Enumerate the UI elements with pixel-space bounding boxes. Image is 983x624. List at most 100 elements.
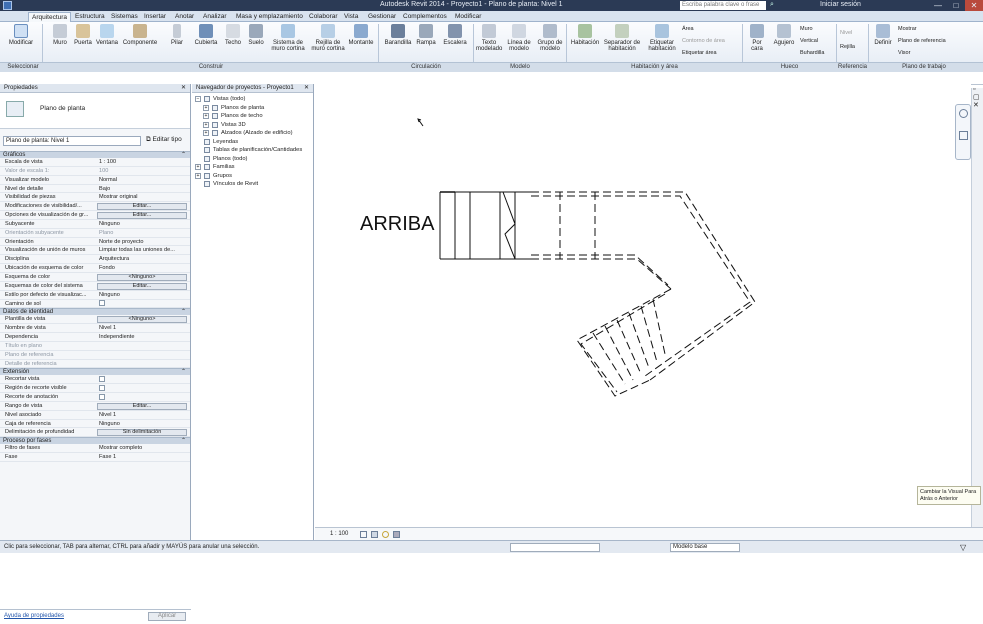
area-boundary-button[interactable]: Contorno de área <box>682 38 732 44</box>
property-value[interactable]: 1 : 100 <box>97 158 187 166</box>
property-group-header[interactable]: Proceso por fases ⌃ <box>0 437 190 445</box>
property-value[interactable]: Fondo <box>97 264 187 272</box>
property-value[interactable]: Ninguno <box>97 291 187 299</box>
tab-arquitectura[interactable]: Arquitectura <box>28 12 72 22</box>
browser-tree-item[interactable]: + Familias <box>192 163 313 172</box>
vertical-opening-button[interactable]: Vertical <box>800 38 830 44</box>
stair-plan-drawing[interactable] <box>315 84 971 527</box>
expand-icon[interactable]: + <box>195 172 201 179</box>
tab-anotar[interactable]: Anotar <box>172 12 197 22</box>
room-button[interactable]: Habitación <box>569 24 601 46</box>
tab-insertar[interactable]: Insertar <box>141 12 169 22</box>
ceiling-button[interactable]: Techo <box>222 24 244 46</box>
detail-level-icon[interactable] <box>360 531 367 538</box>
visual-style-icon[interactable] <box>371 531 378 538</box>
property-checkbox[interactable] <box>99 300 105 307</box>
property-group-header[interactable]: Datos de identidad ⌃ <box>0 308 190 316</box>
level-button[interactable]: Nivel <box>840 30 870 36</box>
browser-tree-item[interactable]: Leyendas <box>192 138 313 147</box>
model-line-button[interactable]: Línea de modelo <box>505 24 533 52</box>
area-button[interactable]: Área <box>682 26 722 32</box>
component-button[interactable]: Componente <box>120 24 160 46</box>
door-button[interactable]: Puerta <box>72 24 94 46</box>
by-face-button[interactable]: Por cara <box>746 24 768 52</box>
property-edit-button[interactable]: Editar... <box>97 203 187 211</box>
wall-opening-button[interactable]: Muro <box>800 26 830 32</box>
expand-icon[interactable]: + <box>203 130 209 136</box>
browser-tree-item[interactable]: + Vistas 3D <box>192 121 313 130</box>
property-value[interactable]: 100 <box>97 167 187 175</box>
property-edit-button[interactable]: <Ninguno> <box>97 316 187 324</box>
property-value[interactable]: Norte de proyecto <box>97 238 187 246</box>
model-group-button[interactable]: Grupo de modelo <box>535 24 565 52</box>
tab-modificar[interactable]: Modificar <box>452 12 484 22</box>
browser-tree-item[interactable]: − Vistas (todo) <box>192 95 313 104</box>
property-value[interactable]: Fase 1 <box>97 453 187 461</box>
column-button[interactable]: Pilar <box>166 24 188 46</box>
curtain-grid-button[interactable]: Rejilla de muro cortina <box>308 24 348 52</box>
show-workplane-button[interactable]: Mostrar <box>898 26 958 32</box>
browser-tree-item[interactable]: Vínculos de Revit <box>192 180 313 189</box>
expand-icon[interactable]: + <box>203 104 209 111</box>
maximize-button[interactable]: □ <box>947 0 965 11</box>
close-icon[interactable]: ✕ <box>181 84 186 93</box>
close-icon[interactable]: ✕ <box>304 84 309 93</box>
tab-gestionar[interactable]: Gestionar <box>365 12 399 22</box>
expand-icon[interactable]: + <box>203 113 209 119</box>
tab-estructura[interactable]: Estructura <box>72 12 108 22</box>
property-value[interactable]: Ninguno <box>97 420 187 428</box>
set-workplane-button[interactable]: Definir <box>872 24 894 46</box>
instance-filter-select[interactable]: Plano de planta: Nivel 1 <box>3 136 141 146</box>
grid-button[interactable]: Rejilla <box>840 44 870 50</box>
property-value[interactable]: Plano <box>97 229 187 237</box>
property-value[interactable]: Ninguno <box>97 220 187 228</box>
property-group-header[interactable]: Gráficos ⌃ <box>0 151 190 158</box>
ref-plane-button[interactable]: Plano de referencia <box>898 38 968 44</box>
window-button[interactable]: Ventana <box>94 24 120 46</box>
property-edit-button[interactable]: Editar... <box>97 402 187 410</box>
property-edit-button[interactable]: <Ninguno> <box>97 273 187 281</box>
property-value[interactable]: Independiente <box>97 333 187 341</box>
curtain-system-button[interactable]: Sistema de muro cortina <box>268 24 308 52</box>
property-value[interactable]: Nivel 1 <box>97 324 187 332</box>
wall-button[interactable]: Muro <box>46 24 74 46</box>
modify-button[interactable]: Modificar <box>6 24 36 46</box>
room-separator-button[interactable]: Separador de habitación <box>602 24 642 52</box>
navigation-bar[interactable] <box>955 104 971 160</box>
tab-analizar[interactable]: Analizar <box>200 12 229 22</box>
vertical-scrollbar[interactable]: ▫ ▢ ✕ <box>971 86 983 528</box>
tag-room-button[interactable]: Etiquetar habitación <box>644 24 680 52</box>
design-option-select[interactable]: Modelo base <box>670 543 740 552</box>
property-group-header[interactable]: Extensión ⌃ <box>0 368 190 376</box>
dormer-button[interactable]: Buhardilla <box>800 50 834 56</box>
browser-tree-item[interactable]: + Grupos <box>192 172 313 181</box>
properties-help-link[interactable]: Ayuda de propiedades <box>4 613 64 619</box>
view-restore-icon[interactable]: ▫ ▢ ✕ <box>973 86 983 109</box>
edit-type-button[interactable]: ⧉ Editar tipo <box>146 136 182 144</box>
sun-path-icon[interactable] <box>382 531 389 538</box>
help-search-input[interactable]: Escriba palabra clave o frase <box>680 1 766 10</box>
app-logo-icon[interactable] <box>3 1 12 10</box>
tab-complementos[interactable]: Complementos <box>400 12 450 22</box>
expand-icon[interactable]: + <box>203 121 209 128</box>
property-checkbox[interactable] <box>99 384 105 391</box>
property-value[interactable]: Normal <box>97 176 187 184</box>
property-value[interactable]: Mostrar completo <box>97 444 187 452</box>
mullion-button[interactable]: Montante <box>346 24 376 46</box>
tab-colaborar[interactable]: Colaborar <box>306 12 341 22</box>
browser-tree-item[interactable]: + Alzados (Alzado de edificio) <box>192 129 313 138</box>
browser-tree-item[interactable]: Planos (todo) <box>192 155 313 164</box>
tag-area-button[interactable]: Etiquetar área <box>682 50 732 56</box>
zoom-icon[interactable] <box>959 131 968 140</box>
panel-room-area[interactable]: Habitación y área <box>567 64 742 70</box>
browser-tree-item[interactable]: + Planos de planta <box>192 104 313 113</box>
apply-button[interactable]: Aplicar <box>148 612 186 621</box>
property-value[interactable]: Nivel 1 <box>97 411 187 419</box>
property-value[interactable]: Bajo <box>97 185 187 193</box>
shaft-button[interactable]: Agujero <box>770 24 798 46</box>
property-value[interactable]: Limpiar todas las uniones de... <box>97 246 187 254</box>
panel-select[interactable]: Seleccionar <box>3 64 43 70</box>
stair-button[interactable]: Escalera <box>440 24 470 46</box>
filter-icon[interactable]: ▽ <box>960 543 966 552</box>
floor-button[interactable]: Suelo <box>245 24 267 46</box>
